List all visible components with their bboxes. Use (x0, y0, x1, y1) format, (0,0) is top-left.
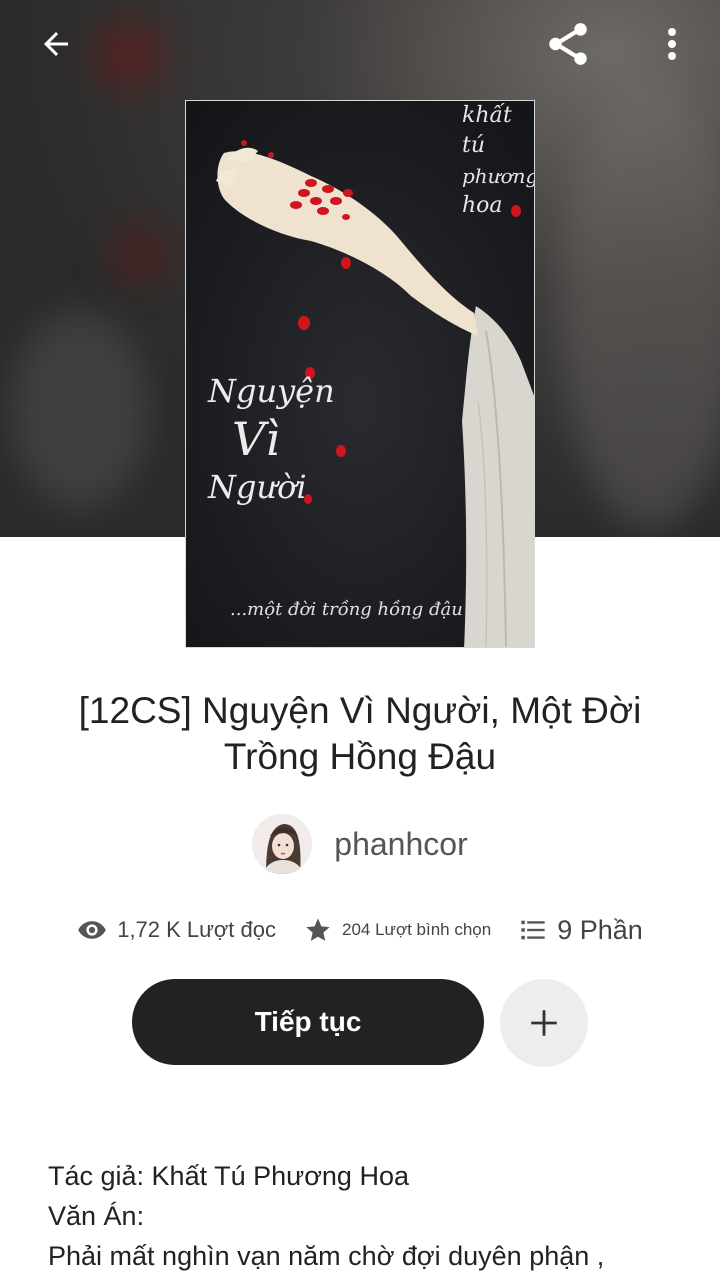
eye-icon (78, 921, 106, 939)
arrow-left-icon (44, 32, 68, 56)
list-icon (521, 920, 545, 940)
description-text: Phải mất nghìn vạn năm chờ đợi duyên phậ… (48, 1241, 605, 1271)
description-author-line: Tác giả: Khất Tú Phương Hoa (48, 1161, 409, 1191)
parts-stat[interactable]: 9 Phần (519, 915, 643, 946)
more-options-button[interactable] (648, 16, 696, 72)
reads-count: 1,72 K Lượt đọc (117, 917, 277, 942)
cover-subtitle-text: ...một đời trồng hồng đậu (230, 599, 463, 620)
story-stats: 1,72 K Lượt đọc 204 Lượt bình chọn 9 Phầ… (0, 906, 720, 954)
avatar[interactable] (252, 814, 313, 874)
story-title: [12CS] Nguyện Vì Người, Một Đời Trồng Hồ… (78, 690, 642, 777)
back-button[interactable] (26, 16, 86, 72)
reads-stat: 1,72 K Lượt đọc (77, 915, 276, 945)
parts-count[interactable]: 9 Phần (557, 915, 643, 946)
author-avatar-image (252, 814, 313, 874)
author-row[interactable]: phanhcor (0, 812, 720, 876)
plus-icon (531, 1010, 557, 1036)
add-to-library-button[interactable] (500, 979, 588, 1067)
share-button[interactable] (536, 14, 600, 74)
cover-title-text: Nguyện Vì Người (208, 372, 335, 506)
star-icon (306, 918, 330, 941)
author-name[interactable]: phanhcor (334, 826, 467, 863)
votes-count: 204 Lượt bình chọn (342, 920, 492, 939)
votes-stat: 204 Lượt bình chọn (304, 916, 491, 944)
more-vertical-icon (668, 28, 676, 60)
continue-reading-button[interactable]: Tiếp tục (132, 979, 484, 1065)
continue-reading-label: Tiếp tục (254, 1006, 362, 1037)
cover-author-text: khất tú phương hoa (462, 103, 535, 218)
story-description: Tác giả: Khất Tú Phương Hoa Văn Án: Phải… (48, 1156, 688, 1276)
share-icon (549, 23, 587, 65)
description-heading: Văn Án: (48, 1201, 145, 1231)
book-cover[interactable]: khất tú phương hoa Nguyện Vì Người ...mộ… (185, 100, 535, 648)
